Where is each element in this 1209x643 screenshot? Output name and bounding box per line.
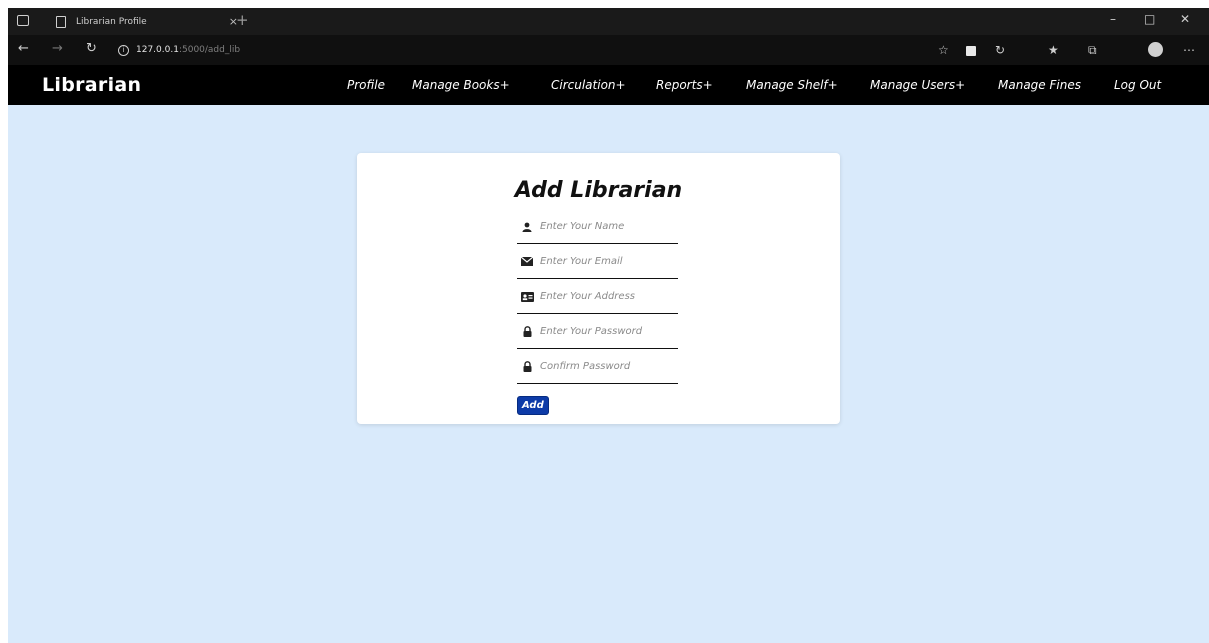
- confirm-password-field: [517, 350, 678, 384]
- browser-tab[interactable]: Librarian Profile ×: [48, 8, 244, 35]
- nav-reports[interactable]: Reports+: [656, 78, 713, 92]
- navbar-brand[interactable]: Librarian: [42, 74, 141, 96]
- nav-circulation[interactable]: Circulation+: [551, 78, 626, 92]
- back-icon[interactable]: ←: [18, 41, 29, 56]
- address-field: [517, 280, 678, 314]
- form-title: Add Librarian: [514, 178, 683, 203]
- nav-manage-fines[interactable]: Manage Fines: [998, 78, 1081, 92]
- user-icon: [518, 222, 536, 232]
- nav-profile[interactable]: Profile: [347, 78, 385, 92]
- url-path: :5000/add_lib: [178, 45, 241, 55]
- name-field: [517, 210, 678, 244]
- nav-manage-books[interactable]: Manage Books+: [412, 78, 510, 92]
- favorite-star-icon[interactable]: ☆: [938, 43, 949, 57]
- refresh-extension-icon[interactable]: ↻: [995, 43, 1005, 57]
- restore-icon[interactable]: □: [1144, 12, 1155, 26]
- address-card-icon: [518, 291, 536, 302]
- minimize-icon[interactable]: –: [1110, 12, 1116, 26]
- browser-tab-bar: Librarian Profile × + – □ ✕: [8, 8, 1209, 35]
- confirm-password-input[interactable]: [540, 361, 675, 372]
- envelope-icon: [518, 257, 536, 266]
- lock-icon: [518, 326, 536, 337]
- more-options-icon[interactable]: ⋯: [1183, 43, 1195, 57]
- window-menu-icon[interactable]: [17, 15, 29, 26]
- address-input[interactable]: [540, 291, 675, 302]
- browser-toolbar: ← → ↻ i 127.0.0.1 :5000/add_lib ☆ ↻ ★ ⧉ …: [8, 35, 1209, 65]
- address-bar[interactable]: i 127.0.0.1 :5000/add_lib: [118, 42, 948, 58]
- name-input[interactable]: [540, 221, 675, 232]
- forward-icon[interactable]: →: [52, 41, 63, 56]
- page-icon: [56, 15, 66, 28]
- email-input[interactable]: [540, 256, 675, 267]
- url-host: 127.0.0.1: [136, 45, 179, 55]
- nav-manage-shelf[interactable]: Manage Shelf+: [746, 78, 838, 92]
- extension-icon[interactable]: [966, 46, 976, 56]
- reload-icon[interactable]: ↻: [86, 41, 97, 56]
- lock-icon: [518, 361, 536, 372]
- site-info-icon[interactable]: i: [118, 44, 129, 56]
- favorites-icon[interactable]: ★: [1048, 43, 1059, 57]
- add-librarian-card: Add Librarian Enter Your Name Enter Your…: [357, 153, 840, 424]
- collections-icon[interactable]: ⧉: [1088, 43, 1097, 58]
- close-window-icon[interactable]: ✕: [1180, 12, 1190, 26]
- tab-title: Librarian Profile: [76, 16, 147, 27]
- email-field: [517, 245, 678, 279]
- new-tab-icon[interactable]: +: [236, 11, 249, 29]
- add-button[interactable]: Add: [517, 396, 549, 415]
- password-input[interactable]: [540, 326, 675, 337]
- password-field: [517, 315, 678, 349]
- profile-avatar[interactable]: [1148, 42, 1163, 57]
- browser-window: Librarian Profile × + – □ ✕ ← → ↻ i 127.…: [8, 8, 1209, 643]
- nav-log-out[interactable]: Log Out: [1114, 78, 1161, 92]
- app-navbar: Librarian Profile Manage Books+ Circulat…: [8, 65, 1209, 105]
- nav-manage-users[interactable]: Manage Users+: [870, 78, 965, 92]
